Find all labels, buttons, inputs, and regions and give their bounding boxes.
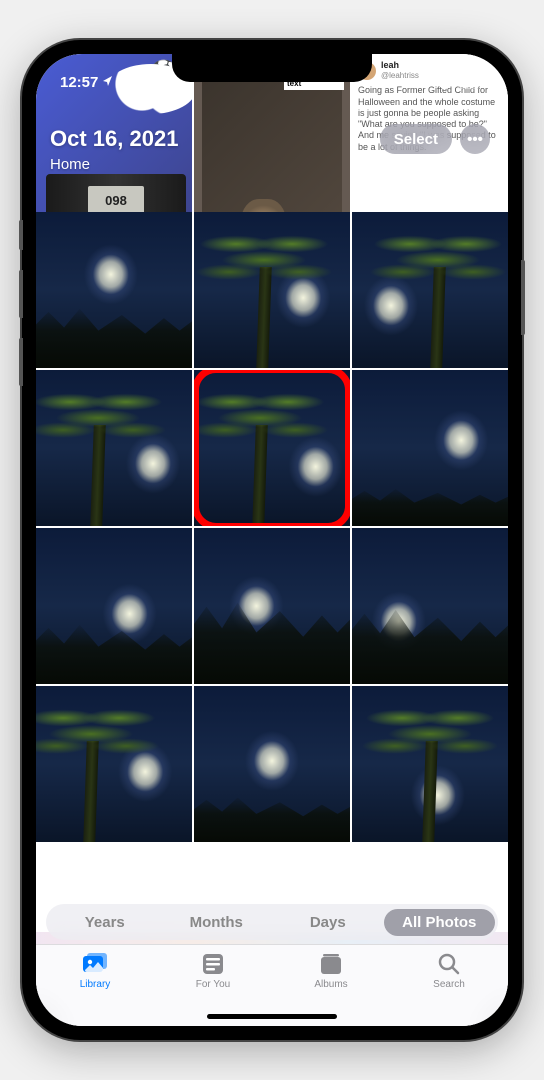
photo-thumb[interactable] <box>352 686 508 842</box>
date-title: Oct 16, 2021 <box>50 126 178 152</box>
location-label: Home <box>50 156 490 173</box>
highlight-annotation <box>194 370 350 526</box>
photo-thumb[interactable] <box>352 212 508 368</box>
battery-icon <box>458 76 484 89</box>
notch <box>172 54 372 82</box>
more-button[interactable]: ••• <box>460 124 490 154</box>
photo-thumb[interactable] <box>352 528 508 684</box>
ellipsis-icon: ••• <box>467 131 483 148</box>
wifi-icon <box>436 76 453 89</box>
status-time: 12:57 <box>60 74 98 91</box>
screen: 12:57 Oct 16, 2021 Select <box>36 54 508 1026</box>
tab-albums-label: Albums <box>314 979 347 990</box>
search-icon <box>435 951 463 977</box>
tab-search[interactable]: Search <box>390 951 508 1026</box>
photo-thumb[interactable] <box>36 686 192 842</box>
tab-library[interactable]: Library <box>36 951 154 1026</box>
filter-all-photos[interactable]: All Photos <box>384 909 496 936</box>
foryou-icon <box>199 951 227 977</box>
photo-grid: 098 People who call instead of text Me l… <box>36 54 508 1026</box>
location-arrow-icon <box>102 75 114 90</box>
photo-thumb[interactable] <box>352 370 508 526</box>
albums-icon <box>317 951 345 977</box>
photo-thumb[interactable] <box>194 528 350 684</box>
phone-frame: 12:57 Oct 16, 2021 Select <box>22 40 522 1040</box>
status-left: 12:57 <box>60 74 114 91</box>
tab-search-label: Search <box>433 979 465 990</box>
photo-thumb[interactable] <box>194 686 350 842</box>
photo-thumb[interactable] <box>36 212 192 368</box>
phone-side-button-right <box>521 260 525 335</box>
caliper-readout: 098 <box>88 186 144 214</box>
status-right <box>436 76 484 89</box>
home-indicator[interactable] <box>207 1014 337 1019</box>
photo-thumb[interactable] <box>36 528 192 684</box>
tab-library-label: Library <box>80 979 111 990</box>
photo-thumb[interactable] <box>194 212 350 368</box>
filter-months[interactable]: Months <box>161 909 273 936</box>
phone-side-buttons-left <box>19 220 22 406</box>
library-icon <box>81 951 109 977</box>
filter-days[interactable]: Days <box>272 909 384 936</box>
filter-years[interactable]: Years <box>49 909 161 936</box>
photo-header: Oct 16, 2021 Select ••• Home <box>36 114 508 179</box>
select-button[interactable]: Select <box>380 124 452 154</box>
photo-thumb[interactable] <box>194 370 350 526</box>
photo-thumb[interactable] <box>36 370 192 526</box>
tab-foryou-label: For You <box>196 979 230 990</box>
filter-bar: Years Months Days All Photos <box>46 904 498 940</box>
